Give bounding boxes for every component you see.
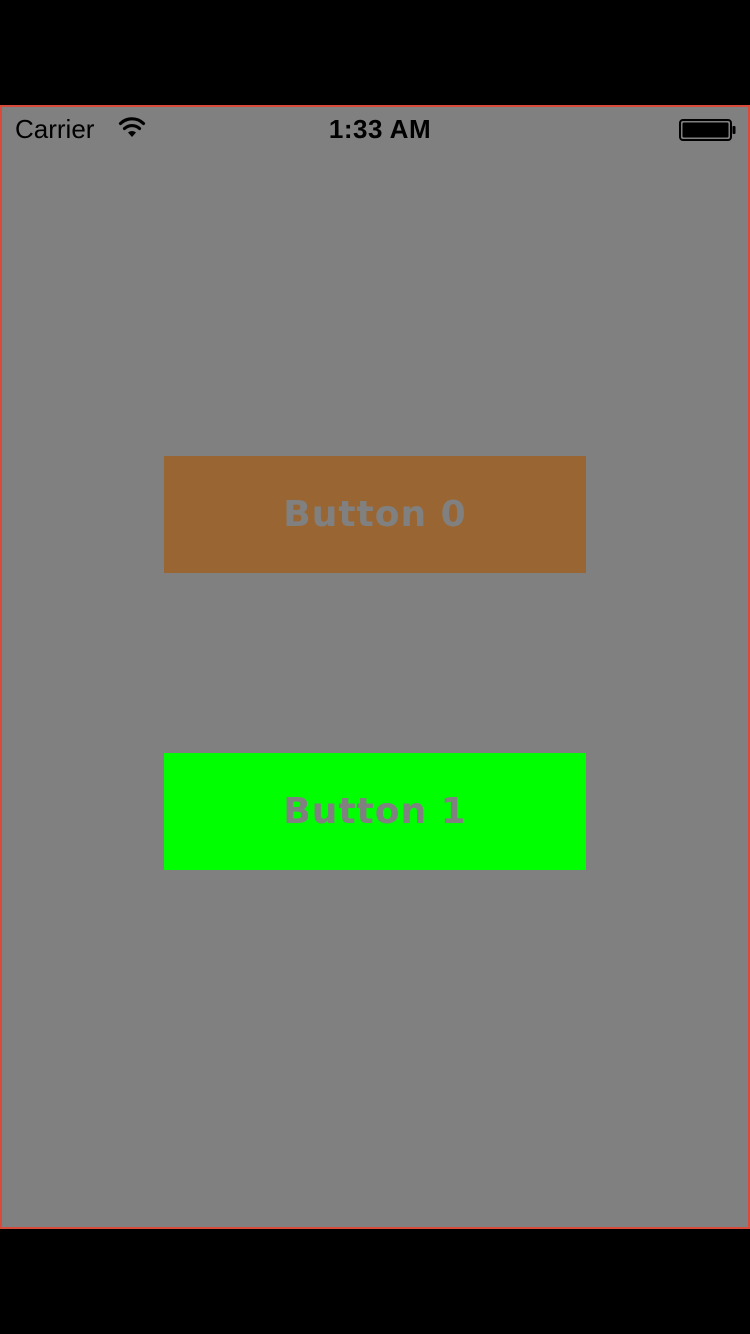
button-1[interactable]: Button 1 — [164, 753, 586, 870]
status-bar: Carrier 1:33 AM — [2, 107, 748, 151]
battery-icon — [679, 119, 737, 141]
top-letterbox — [0, 0, 750, 105]
status-time: 1:33 AM — [328, 114, 432, 144]
button-0[interactable]: Button 0 — [164, 456, 586, 573]
bottom-letterbox — [0, 1229, 750, 1334]
app-screen: Carrier 1:33 AM Button 0 Button 1 — [0, 105, 750, 1229]
